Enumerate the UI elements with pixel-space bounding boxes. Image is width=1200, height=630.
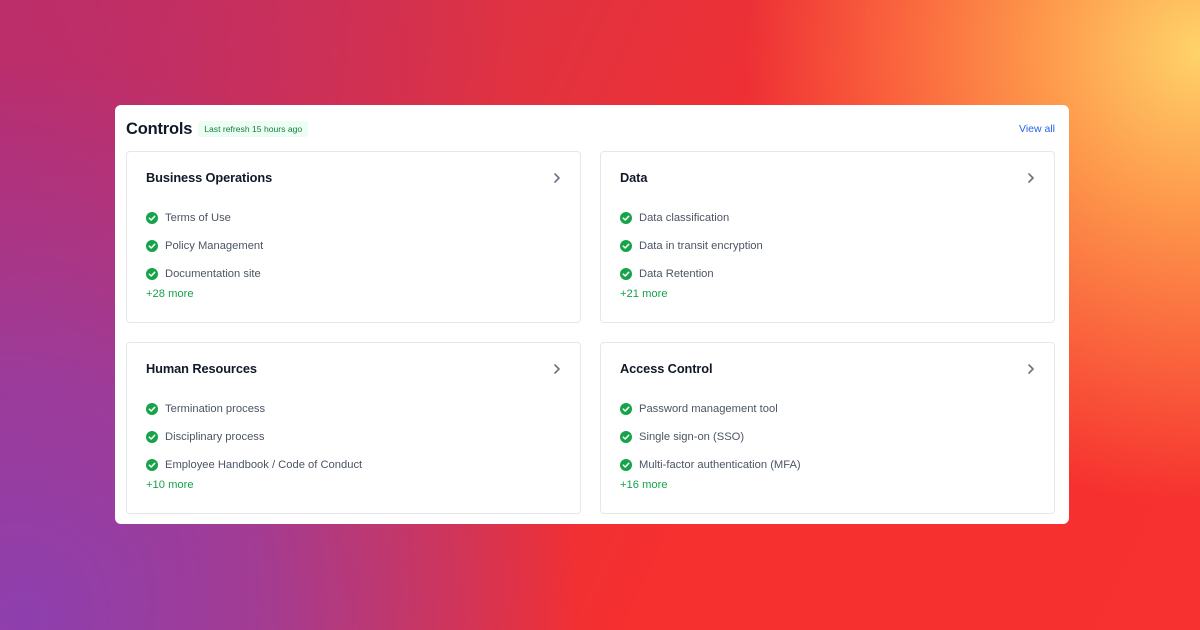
- chevron-right-icon[interactable]: [550, 171, 564, 185]
- list-item: Policy Management: [146, 232, 263, 260]
- card-title: Access Control: [620, 361, 713, 376]
- control-list: Termination process Disciplinary process…: [146, 395, 362, 479]
- list-item: Terms of Use: [146, 204, 263, 232]
- control-card-human-resources[interactable]: Human Resources Termination process Disc…: [126, 342, 581, 514]
- chevron-right-icon[interactable]: [1024, 171, 1038, 185]
- list-item: Multi-factor authentication (MFA): [620, 451, 801, 479]
- check-circle-icon: [146, 240, 158, 252]
- panel-header: Controls Last refresh 15 hours ago View …: [126, 115, 1055, 143]
- check-circle-icon: [620, 403, 632, 415]
- card-title: Human Resources: [146, 361, 257, 376]
- item-label: Disciplinary process: [165, 431, 265, 443]
- item-label: Policy Management: [165, 240, 264, 252]
- check-circle-icon: [146, 403, 158, 415]
- check-circle-icon: [146, 212, 158, 224]
- check-circle-icon: [146, 268, 158, 280]
- view-all-link[interactable]: View all: [1019, 123, 1055, 135]
- check-circle-icon: [146, 431, 158, 443]
- check-circle-icon: [146, 459, 158, 471]
- item-label: Data Retention: [639, 268, 714, 280]
- check-circle-icon: [620, 268, 632, 280]
- more-controls-link[interactable]: +21 more: [620, 288, 668, 300]
- item-label: Single sign-on (SSO): [639, 431, 745, 443]
- check-circle-icon: [620, 240, 632, 252]
- item-label: Employee Handbook / Code of Conduct: [165, 459, 363, 471]
- check-circle-icon: [620, 212, 632, 224]
- check-circle-icon: [620, 431, 632, 443]
- more-controls-link[interactable]: +28 more: [146, 288, 194, 300]
- control-card-business-operations[interactable]: Business Operations Terms of Use Policy …: [126, 151, 581, 323]
- item-label: Password management tool: [639, 403, 778, 415]
- control-card-access-control[interactable]: Access Control Password management tool …: [600, 342, 1055, 514]
- more-controls-link[interactable]: +10 more: [146, 479, 194, 491]
- card-title: Business Operations: [146, 170, 273, 185]
- list-item: Data classification: [620, 204, 763, 232]
- check-circle-icon: [620, 459, 632, 471]
- list-item: Employee Handbook / Code of Conduct: [146, 451, 362, 479]
- item-label: Termination process: [165, 403, 266, 415]
- list-item: Data in transit encryption: [620, 232, 763, 260]
- list-item: Termination process: [146, 395, 362, 423]
- card-title: Data: [620, 170, 648, 185]
- control-list: Password management tool Single sign-on …: [620, 395, 801, 479]
- more-controls-link[interactable]: +16 more: [620, 479, 668, 491]
- item-label: Data in transit encryption: [639, 240, 763, 252]
- list-item: Documentation site: [146, 260, 263, 288]
- chevron-right-icon[interactable]: [550, 362, 564, 376]
- list-item: Data Retention: [620, 260, 763, 288]
- chevron-right-icon[interactable]: [1024, 362, 1038, 376]
- panel-title: Controls: [126, 119, 193, 138]
- controls-panel: Controls Last refresh 15 hours ago View …: [115, 105, 1069, 524]
- control-card-data[interactable]: Data Data classification Data in transit…: [600, 151, 1055, 323]
- item-label: Multi-factor authentication (MFA): [639, 459, 801, 471]
- item-label: Terms of Use: [165, 212, 231, 224]
- list-item: Password management tool: [620, 395, 801, 423]
- list-item: Disciplinary process: [146, 423, 362, 451]
- control-list: Data classification Data in transit encr…: [620, 204, 763, 288]
- control-list: Terms of Use Policy Management Documenta…: [146, 204, 263, 288]
- item-label: Documentation site: [165, 268, 261, 280]
- refresh-status-badge: Last refresh 15 hours ago: [198, 120, 309, 138]
- item-label: Data classification: [639, 212, 730, 224]
- list-item: Single sign-on (SSO): [620, 423, 801, 451]
